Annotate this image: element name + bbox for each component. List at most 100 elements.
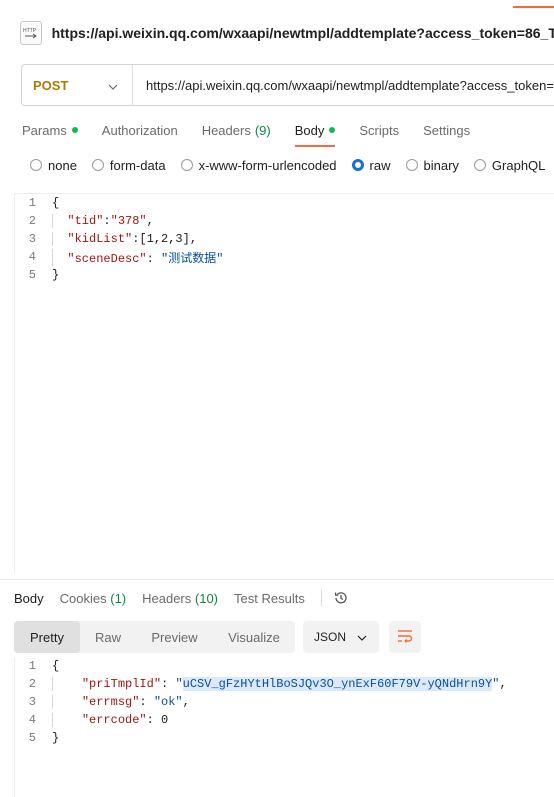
response-tab-cookies[interactable]: Cookies (1) (60, 591, 126, 606)
request-tabs: Params Authorization Headers (9) Body Sc… (22, 118, 554, 147)
response-tab-headers[interactable]: Headers (10) (142, 591, 218, 606)
tab-scripts[interactable]: Scripts (359, 118, 399, 142)
radio-form-data[interactable]: form-data (91, 157, 166, 173)
request-body-editor[interactable]: 1 { 2 "tid":"378", 3 "kidList":[1,2,3], … (14, 193, 554, 573)
active-tab-indicator (513, 6, 554, 8)
wrap-lines-icon (397, 629, 413, 646)
code-line: 4 "sceneDesc": "测试数据" (15, 248, 554, 266)
tab-params[interactable]: Params (22, 118, 78, 142)
radio-button[interactable] (180, 159, 193, 171)
json-key: "errmsg" (81, 695, 140, 709)
json-value: [1,2,3] (139, 232, 190, 246)
radio-button[interactable] (91, 159, 104, 171)
line-number: 3 (28, 232, 36, 246)
code-line: 5 } (15, 266, 554, 284)
line-number: 5 (28, 268, 36, 282)
history-icon[interactable] (332, 589, 350, 607)
radio-raw-label: raw (369, 157, 391, 173)
code-line: 4 "errcode": 0 (15, 711, 554, 729)
code-content: "kidList":[1,2,3], (52, 232, 197, 246)
tab-settings[interactable]: Settings (423, 118, 470, 142)
view-visualize-button[interactable]: Visualize (213, 621, 295, 653)
radio-urlencoded-label: x-www-form-urlencoded (198, 157, 337, 173)
body-type-options: none form-data x-www-form-urlencoded raw… (30, 156, 554, 174)
code-line: 1 { (15, 194, 554, 212)
code-content: "tid":"378", (52, 214, 154, 228)
request-bar: POST (21, 64, 554, 106)
radio-button[interactable] (473, 159, 486, 171)
code-line: 1 { (15, 657, 554, 675)
svg-text:HTTP: HTTP (23, 28, 37, 34)
line-number: 2 (28, 677, 36, 691)
response-tab-headers-count: (10) (194, 590, 219, 606)
chevron-down-icon (357, 630, 367, 644)
view-raw-button[interactable]: Raw (80, 621, 136, 653)
radio-binary[interactable]: binary (405, 157, 459, 173)
http-request-icon: HTTP (20, 21, 42, 45)
method-label: POST (33, 77, 69, 93)
tab-authorization[interactable]: Authorization (102, 118, 178, 142)
response-tabs: Body Cookies (1) Headers (10) Test Resul… (14, 588, 554, 608)
request-title[interactable]: https://api.weixin.qq.com/wxaapi/newtmpl… (52, 25, 554, 41)
code-line: 2 "tid":"378", (15, 212, 554, 230)
line-number: 3 (28, 695, 36, 709)
url-input[interactable] (133, 65, 554, 105)
radio-graphql[interactable]: GraphQL (473, 157, 546, 173)
view-mode-segmented-control: Pretty Raw Preview Visualize (14, 621, 295, 653)
tab-headers-count: (9) (254, 122, 271, 138)
code-content: "errcode": 0 (52, 713, 168, 727)
close-brace: } (52, 268, 60, 282)
json-key: "kidList" (67, 232, 133, 246)
response-divider[interactable] (0, 579, 554, 580)
tab-settings-label: Settings (423, 122, 471, 138)
close-brace: } (52, 731, 60, 745)
format-label: JSON (314, 630, 347, 644)
tab-authorization-label: Authorization (101, 122, 178, 138)
line-number: 1 (28, 196, 36, 210)
radio-button[interactable] (405, 159, 418, 171)
line-number: 1 (28, 659, 36, 673)
chevron-down-icon (108, 78, 118, 93)
line-number: 4 (28, 713, 36, 727)
tab-headers[interactable]: Headers (9) (202, 118, 271, 142)
json-key: "sceneDesc" (67, 251, 147, 266)
open-brace: { (52, 659, 60, 673)
tab-headers-label: Headers (201, 122, 251, 138)
view-pretty-button[interactable]: Pretty (14, 621, 80, 653)
method-select[interactable]: POST (22, 65, 133, 105)
radio-none-label: none (48, 157, 77, 173)
code-line: 3 "kidList":[1,2,3], (15, 230, 554, 248)
json-key: "tid" (67, 214, 104, 228)
radio-graphql-label: GraphQL (491, 157, 546, 173)
response-body-viewer[interactable]: 1 { 2 "priTmplId": "uCSV_gFzHYtHlBoSJQv3… (14, 657, 554, 797)
radio-raw[interactable]: raw (351, 157, 391, 173)
tab-params-label: Params (22, 122, 67, 138)
response-tab-headers-label: Headers (142, 590, 192, 606)
wrap-lines-button[interactable] (389, 621, 421, 653)
code-content: "priTmplId": "uCSV_gFzHYtHlBoSJQv3O_ynEx… (52, 677, 507, 691)
response-view-bar: Pretty Raw Preview Visualize JSON (14, 621, 421, 653)
radio-button-checked[interactable] (351, 159, 364, 171)
radio-button[interactable] (30, 159, 42, 171)
request-title-row: HTTP https://api.weixin.qq.com/wxaapi/ne… (20, 20, 554, 46)
format-select[interactable]: JSON (303, 621, 379, 653)
radio-none[interactable]: none (30, 158, 77, 173)
view-preview-button[interactable]: Preview (136, 621, 213, 653)
code-content: "errmsg": "ok", (52, 695, 190, 709)
radio-urlencoded[interactable]: x-www-form-urlencoded (180, 157, 337, 173)
status-dot (71, 127, 78, 133)
json-value: "测试数据" (161, 251, 224, 266)
code-line: 3 "errmsg": "ok", (15, 693, 554, 711)
radio-binary-label: binary (423, 157, 459, 173)
divider (320, 590, 322, 606)
json-key: "priTmplId" (81, 677, 162, 691)
line-number: 4 (28, 250, 36, 264)
radio-form-data-label: form-data (109, 157, 166, 173)
response-tab-body[interactable]: Body (14, 591, 44, 606)
code-content: "sceneDesc": "测试数据" (52, 248, 224, 266)
tab-body[interactable]: Body (294, 118, 336, 147)
tab-body-label: Body (294, 122, 325, 138)
json-value: "378" (110, 214, 147, 228)
json-value: 0 (161, 713, 169, 727)
response-tab-test-results[interactable]: Test Results (234, 591, 305, 606)
